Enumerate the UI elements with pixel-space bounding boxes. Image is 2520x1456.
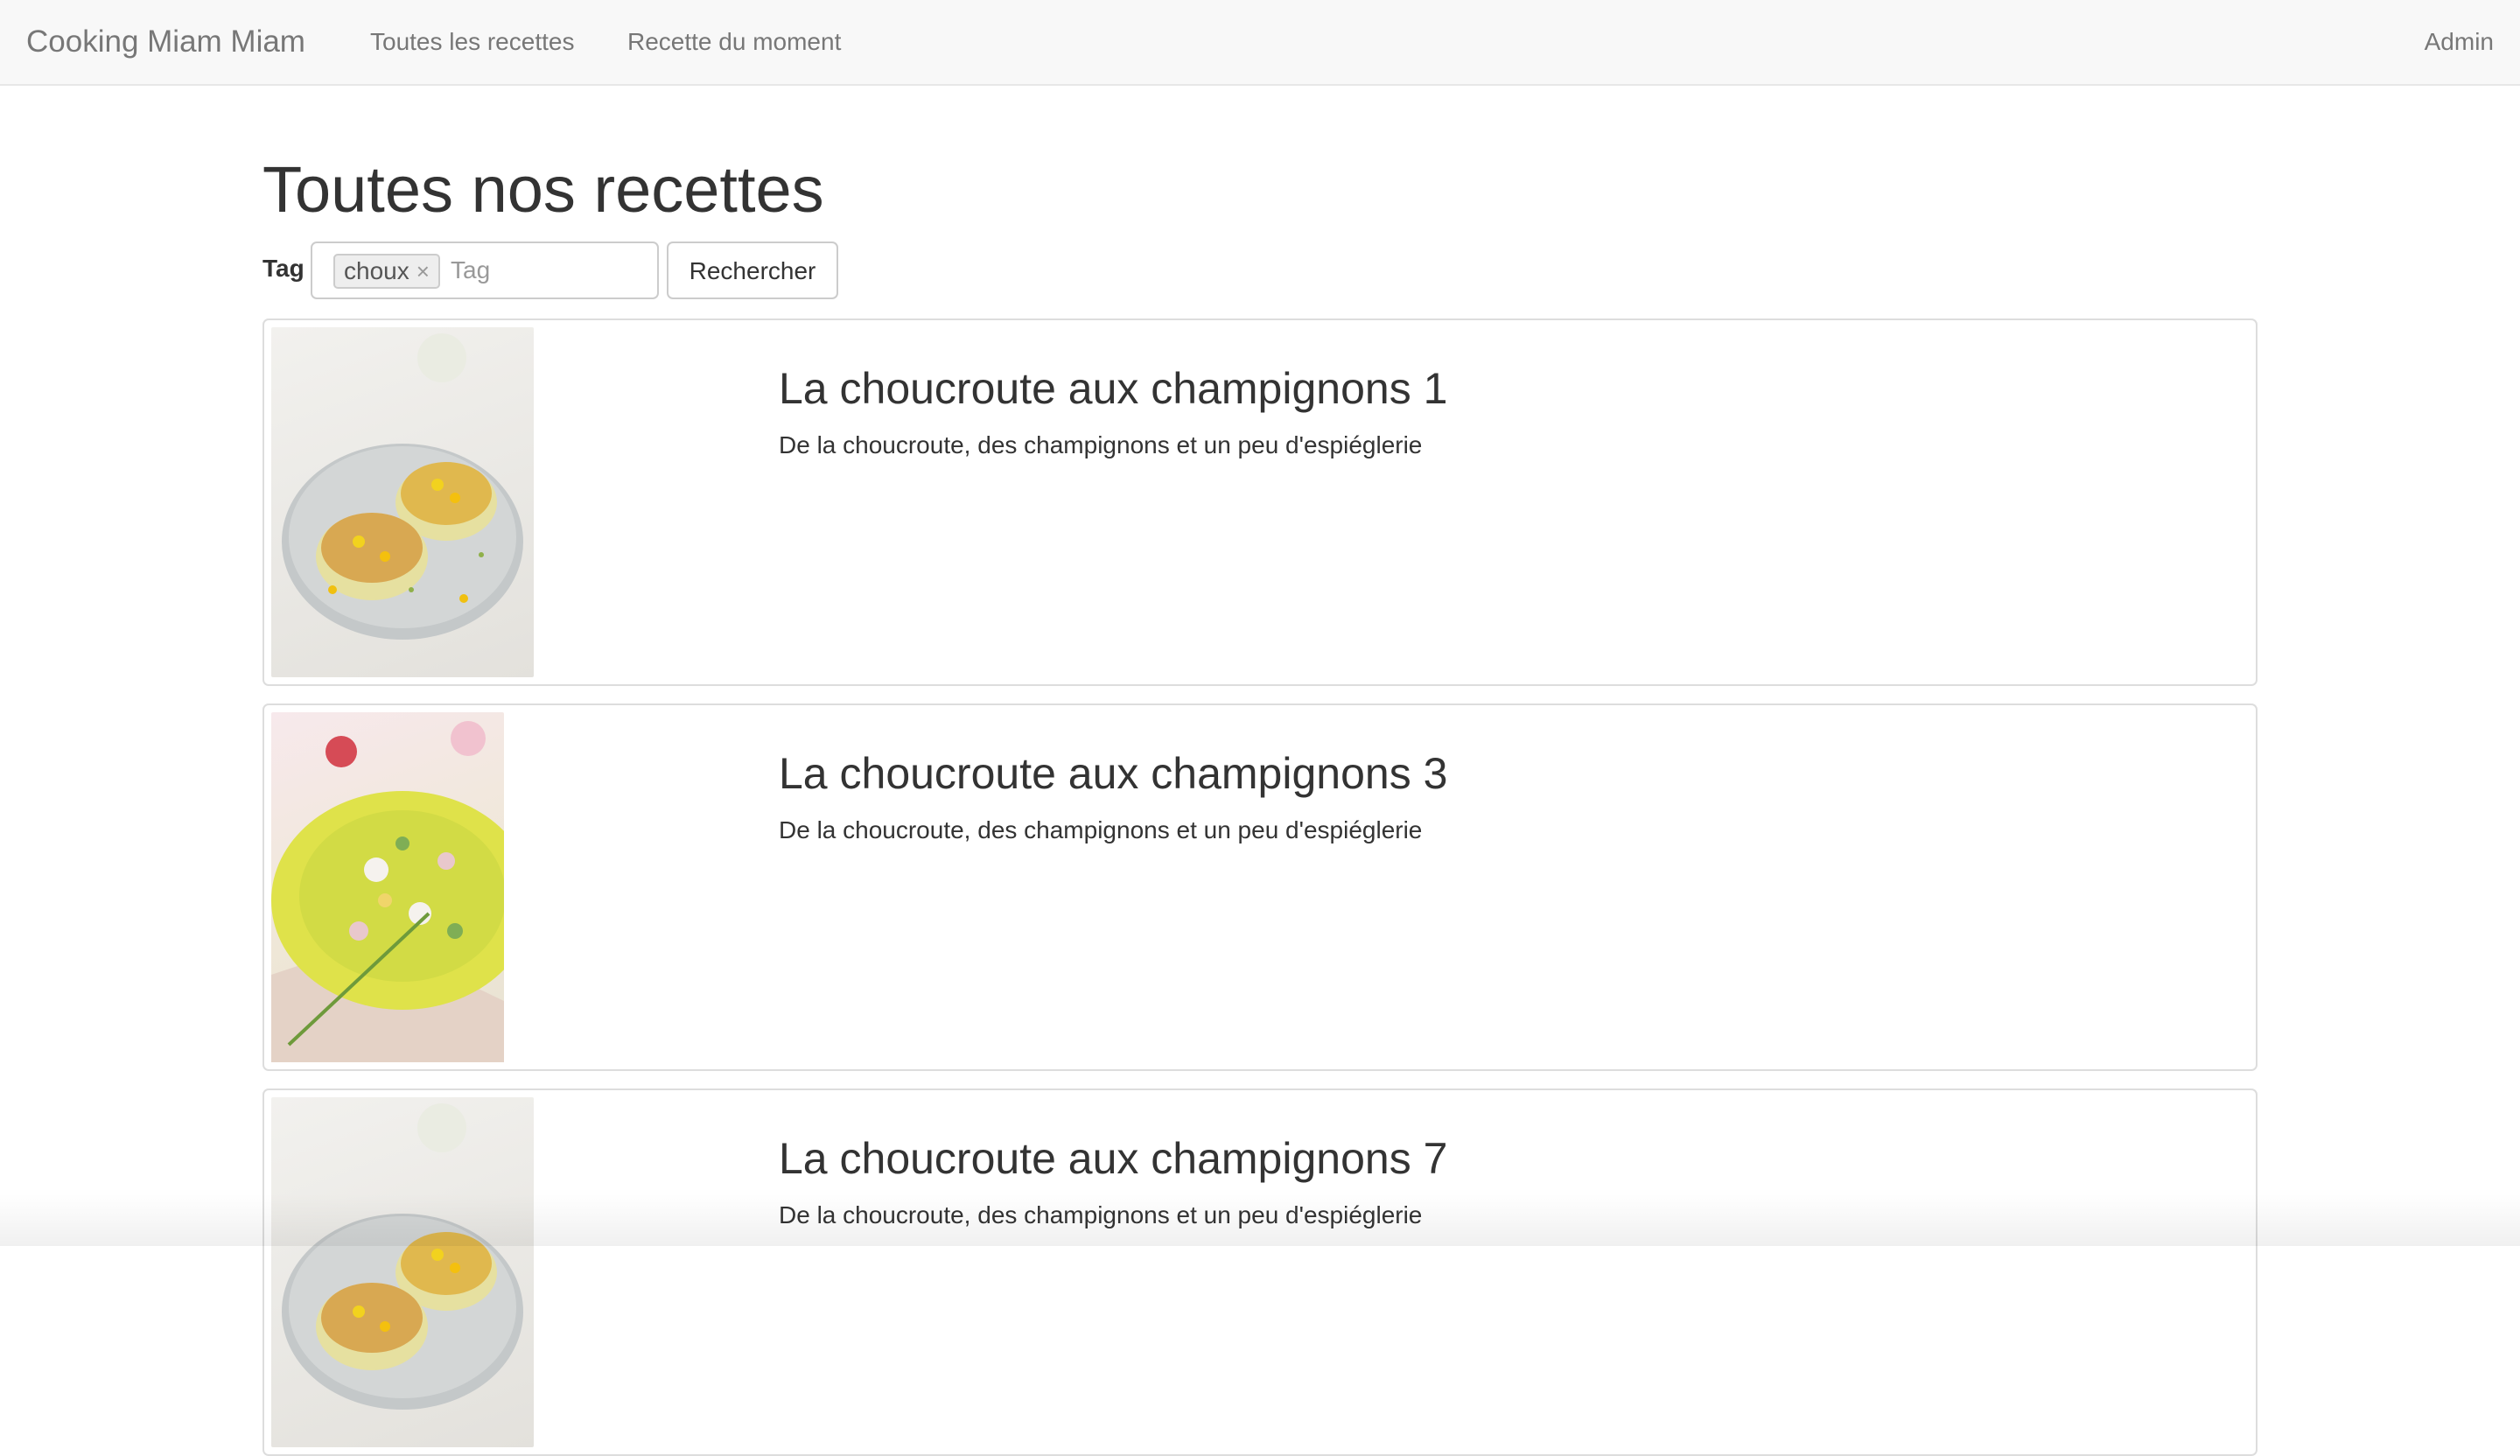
recipe-description: De la choucroute, des champignons et un … [779, 1201, 1423, 1228]
page-title: Toutes nos recettes [262, 153, 824, 226]
tag-placeholder: Tag [451, 256, 491, 284]
recipe-title[interactable]: La choucroute aux champignons 7 [779, 1132, 1447, 1185]
top-navbar: Cooking Miam Miam Toutes les recettes Re… [0, 0, 2520, 86]
search-button[interactable]: Rechercher [667, 242, 838, 299]
recipe-image[interactable] [271, 712, 534, 1062]
nav-admin[interactable]: Admin [2425, 0, 2494, 84]
recipe-card[interactable]: La choucroute aux champignons 7 De la ch… [262, 1088, 2258, 1456]
recipe-photo-graphic [282, 1103, 523, 1410]
nav-all-recipes[interactable]: Toutes les recettes [370, 0, 574, 84]
tag-input[interactable]: choux × Tag [311, 242, 659, 299]
tag-remove-icon[interactable]: × [416, 258, 430, 284]
recipe-image[interactable] [271, 327, 534, 677]
recipe-description: De la choucroute, des champignons et un … [779, 816, 1423, 844]
recipe-title[interactable]: La choucroute aux champignons 3 [779, 747, 1447, 800]
recipe-card[interactable]: La choucroute aux champignons 3 De la ch… [262, 704, 2258, 1071]
recipe-photo-graphic [282, 333, 523, 640]
recipe-card[interactable]: La choucroute aux champignons 1 De la ch… [262, 318, 2258, 686]
nav-recipe-of-moment[interactable]: Recette du moment [627, 0, 841, 84]
recipe-description: De la choucroute, des champignons et un … [779, 431, 1423, 458]
recipe-photo-graphic [271, 721, 534, 1062]
recipe-title[interactable]: La choucroute aux champignons 1 [779, 362, 1447, 415]
brand-link[interactable]: Cooking Miam Miam [26, 0, 305, 84]
recipe-image[interactable] [271, 1097, 534, 1447]
tag-label: Tag [262, 255, 304, 282]
tag-chip-label: choux [344, 257, 410, 284]
tag-chip: choux × [333, 254, 440, 289]
